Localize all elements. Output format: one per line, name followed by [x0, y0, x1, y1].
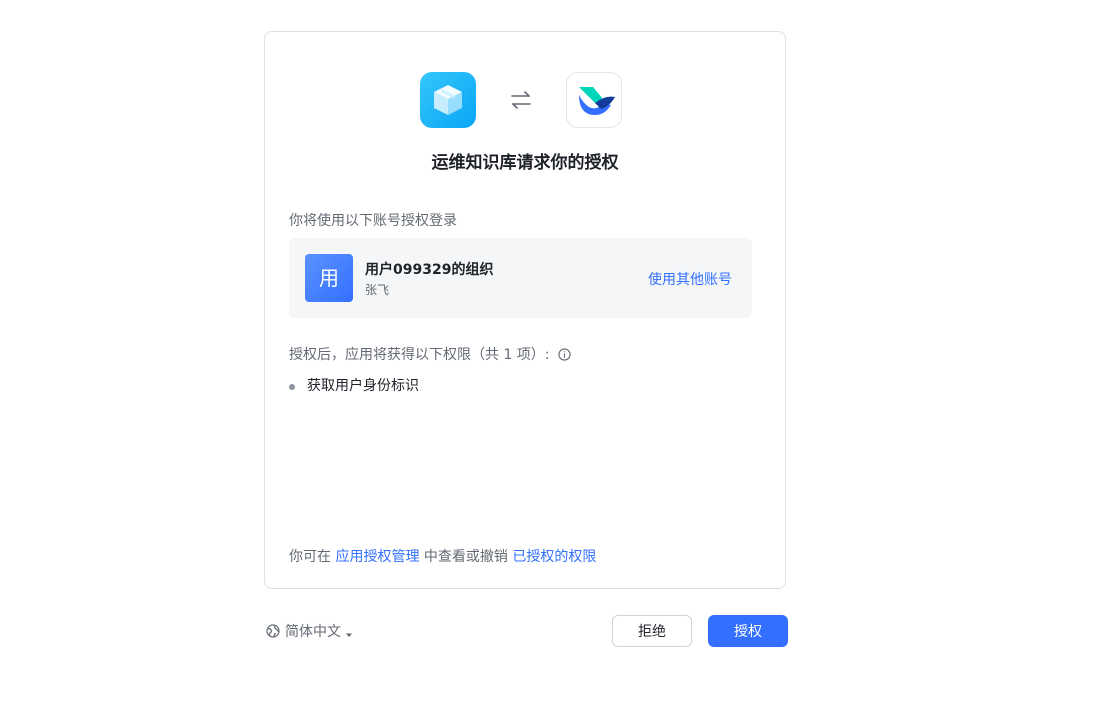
avatar: 用	[305, 254, 353, 302]
logo-row	[265, 72, 785, 128]
org-name: 用户099329的组织	[365, 262, 494, 278]
cube-icon	[420, 72, 476, 128]
list-item: 获取用户身份标识	[289, 376, 419, 396]
account-section-label: 你将使用以下账号授权登录	[289, 213, 457, 229]
permissions-label-text: 授权后，应用将获得以下权限（共 1 项）:	[289, 347, 550, 363]
language-label: 简体中文	[285, 624, 341, 640]
lark-bird-icon	[566, 72, 622, 128]
caret-down-icon	[345, 627, 353, 637]
globe-icon	[266, 624, 280, 638]
account-card: 用 用户099329的组织 张飞 使用其他账号	[289, 238, 752, 318]
page-title: 运维知识库请求你的授权	[431, 153, 619, 173]
info-icon[interactable]	[558, 348, 571, 361]
user-name: 张飞	[365, 283, 390, 297]
permission-list: 获取用户身份标识	[289, 376, 419, 396]
switch-account-link[interactable]: 使用其他账号	[648, 269, 732, 289]
footer-prefix: 你可在	[289, 549, 331, 565]
footer-note: 你可在 应用授权管理 中查看或撤销 已授权的权限	[289, 546, 596, 566]
authorize-button[interactable]: 授权	[708, 615, 788, 647]
auth-card: 运维知识库请求你的授权 你将使用以下账号授权登录 用 用户099329的组织 张…	[264, 31, 786, 589]
swap-arrows-icon	[509, 88, 533, 112]
manage-authorization-link[interactable]: 应用授权管理	[335, 549, 419, 565]
permissions-section-label: 授权后，应用将获得以下权限（共 1 项）:	[289, 344, 571, 364]
footer-middle: 中查看或撤销	[423, 549, 508, 565]
language-selector[interactable]: 简体中文	[266, 621, 353, 641]
authorized-permissions-link[interactable]: 已授权的权限	[512, 549, 596, 565]
reject-button[interactable]: 拒绝	[612, 615, 692, 647]
